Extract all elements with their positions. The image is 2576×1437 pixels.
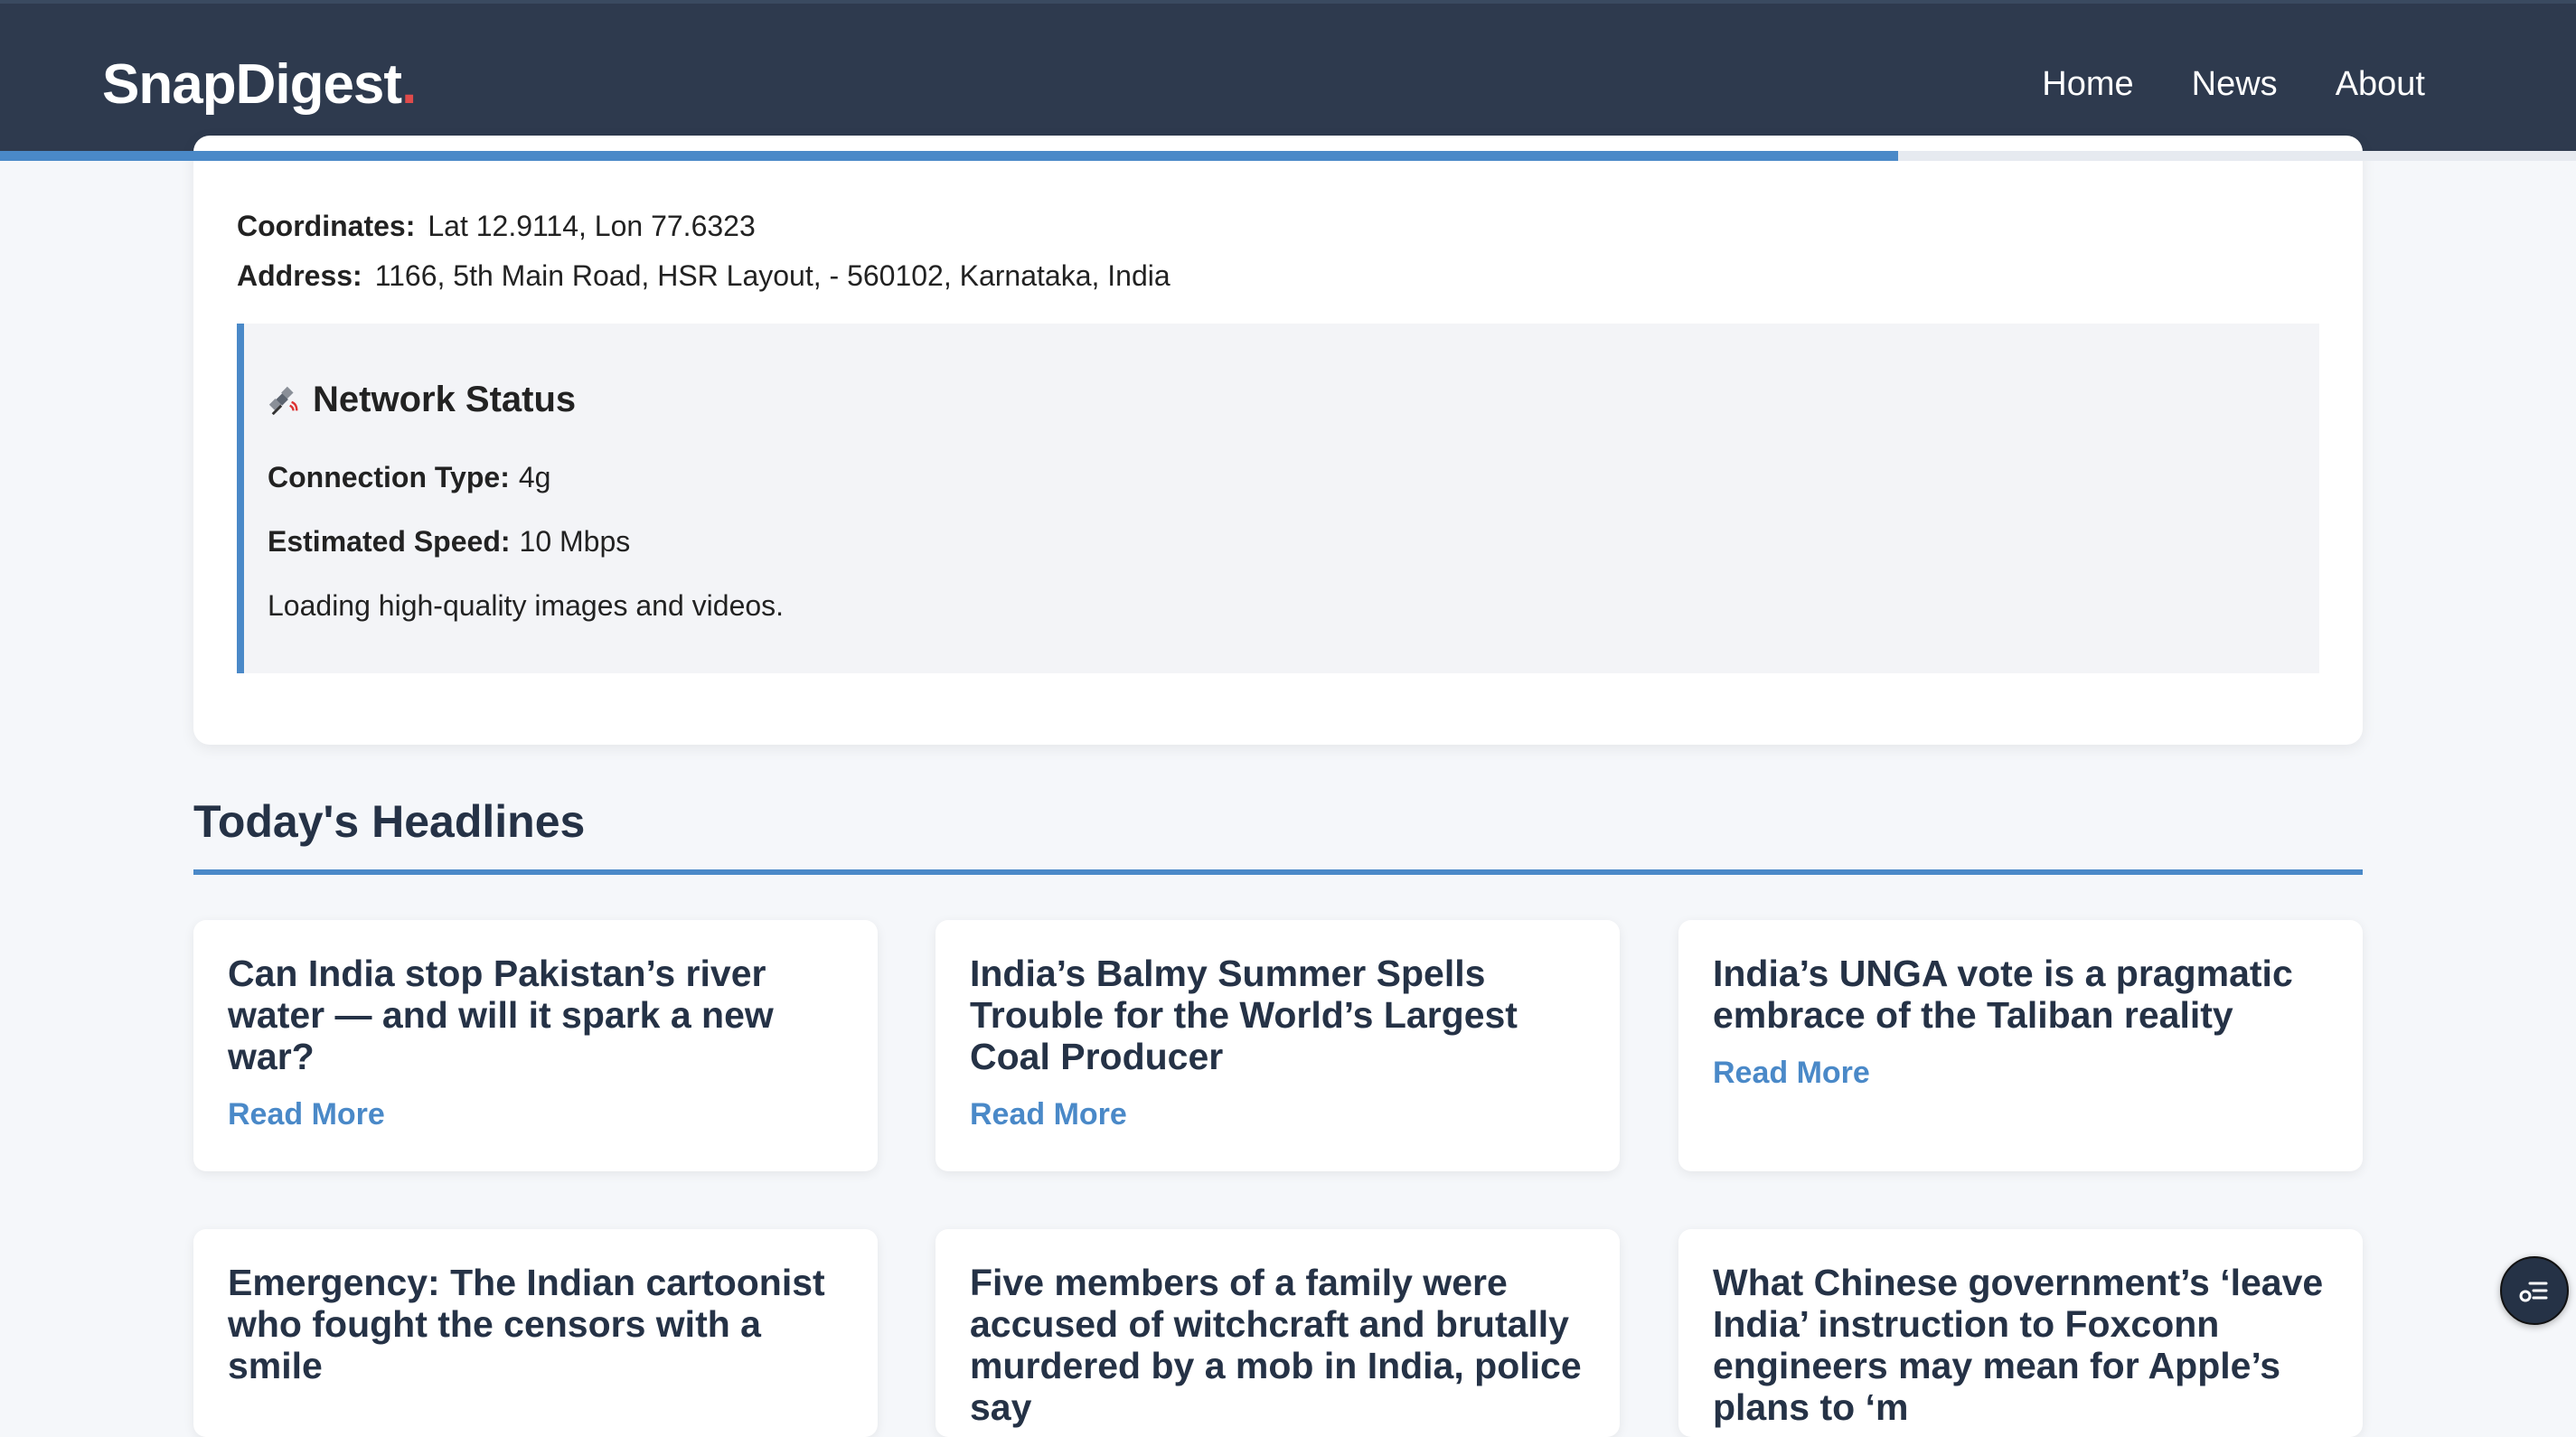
main-nav: Home News About — [2042, 54, 2425, 114]
headline-title[interactable]: India’s UNGA vote is a pragmatic embrace… — [1713, 953, 2328, 1036]
address-label: Address: — [237, 259, 362, 292]
address-value: 1166, 5th Main Road, HSR Layout, - 56010… — [374, 259, 1170, 292]
headline-title[interactable]: Can India stop Pakistan’s river water — … — [228, 953, 843, 1077]
headline-card: Emergency: The Indian cartoonist who fou… — [193, 1229, 878, 1437]
satellite-icon — [268, 386, 298, 415]
location-info-card: Coordinates: Lat 12.9114, Lon 77.6323 Add… — [193, 136, 2363, 745]
headline-card: Five members of a family were accused of… — [935, 1229, 1620, 1437]
reading-progress-fill — [0, 151, 1899, 161]
floating-menu-button[interactable] — [2500, 1256, 2569, 1325]
headline-card: India’s UNGA vote is a pragmatic embrace… — [1678, 920, 2363, 1171]
estimated-speed-value: 10 Mbps — [519, 525, 631, 558]
read-more-link[interactable]: Read More — [228, 1097, 385, 1132]
list-settings-icon — [2519, 1282, 2548, 1302]
headline-card: Can India stop Pakistan’s river water — … — [193, 920, 878, 1171]
headline-card: India’s Balmy Summer Spells Trouble for … — [935, 920, 1620, 1171]
nav-home-link[interactable]: Home — [2042, 54, 2133, 114]
network-message: Loading high-quality images and videos. — [268, 589, 785, 622]
headline-title[interactable]: India’s Balmy Summer Spells Trouble for … — [970, 953, 1585, 1077]
network-status-title: Network Status — [313, 380, 577, 419]
headline-title[interactable]: What Chinese government’s ‘leave India’ … — [1713, 1262, 2328, 1428]
headline-card: What Chinese government’s ‘leave India’ … — [1678, 1229, 2363, 1437]
connection-type-value: 4g — [518, 461, 551, 493]
headline-title[interactable]: Emergency: The Indian cartoonist who fou… — [228, 1262, 843, 1386]
coordinates-label: Coordinates: — [237, 210, 416, 242]
network-status-panel: Network Status Connection Type: 4g Estima… — [237, 324, 2319, 673]
coordinates-row: Coordinates: Lat 12.9114, Lon 77.6323 — [237, 210, 756, 243]
connection-type-row: Connection Type: 4g — [268, 461, 550, 494]
read-more-link[interactable]: Read More — [1713, 1056, 1870, 1091]
headline-title[interactable]: Five members of a family were accused of… — [970, 1262, 1585, 1428]
estimated-speed-row: Estimated Speed: 10 Mbps — [268, 525, 630, 559]
site-logo[interactable]: SnapDigest. — [102, 49, 417, 121]
connection-type-label: Connection Type: — [268, 461, 510, 493]
nav-about-link[interactable]: About — [2336, 54, 2425, 114]
coordinates-value: Lat 12.9114, Lon 77.6323 — [428, 210, 756, 242]
address-row: Address: 1166, 5th Main Road, HSR Layout,… — [237, 259, 1170, 293]
reading-progress-bar — [0, 151, 2576, 161]
estimated-speed-label: Estimated Speed: — [268, 525, 511, 558]
network-status-heading: Network Status — [268, 380, 576, 420]
nav-news-link[interactable]: News — [2192, 54, 2278, 114]
headlines-divider — [193, 869, 2363, 875]
site-header: SnapDigest. Home News About — [0, 0, 2576, 151]
read-more-link[interactable]: Read More — [970, 1097, 1127, 1132]
headlines-section-title: Today's Headlines — [193, 796, 586, 847]
